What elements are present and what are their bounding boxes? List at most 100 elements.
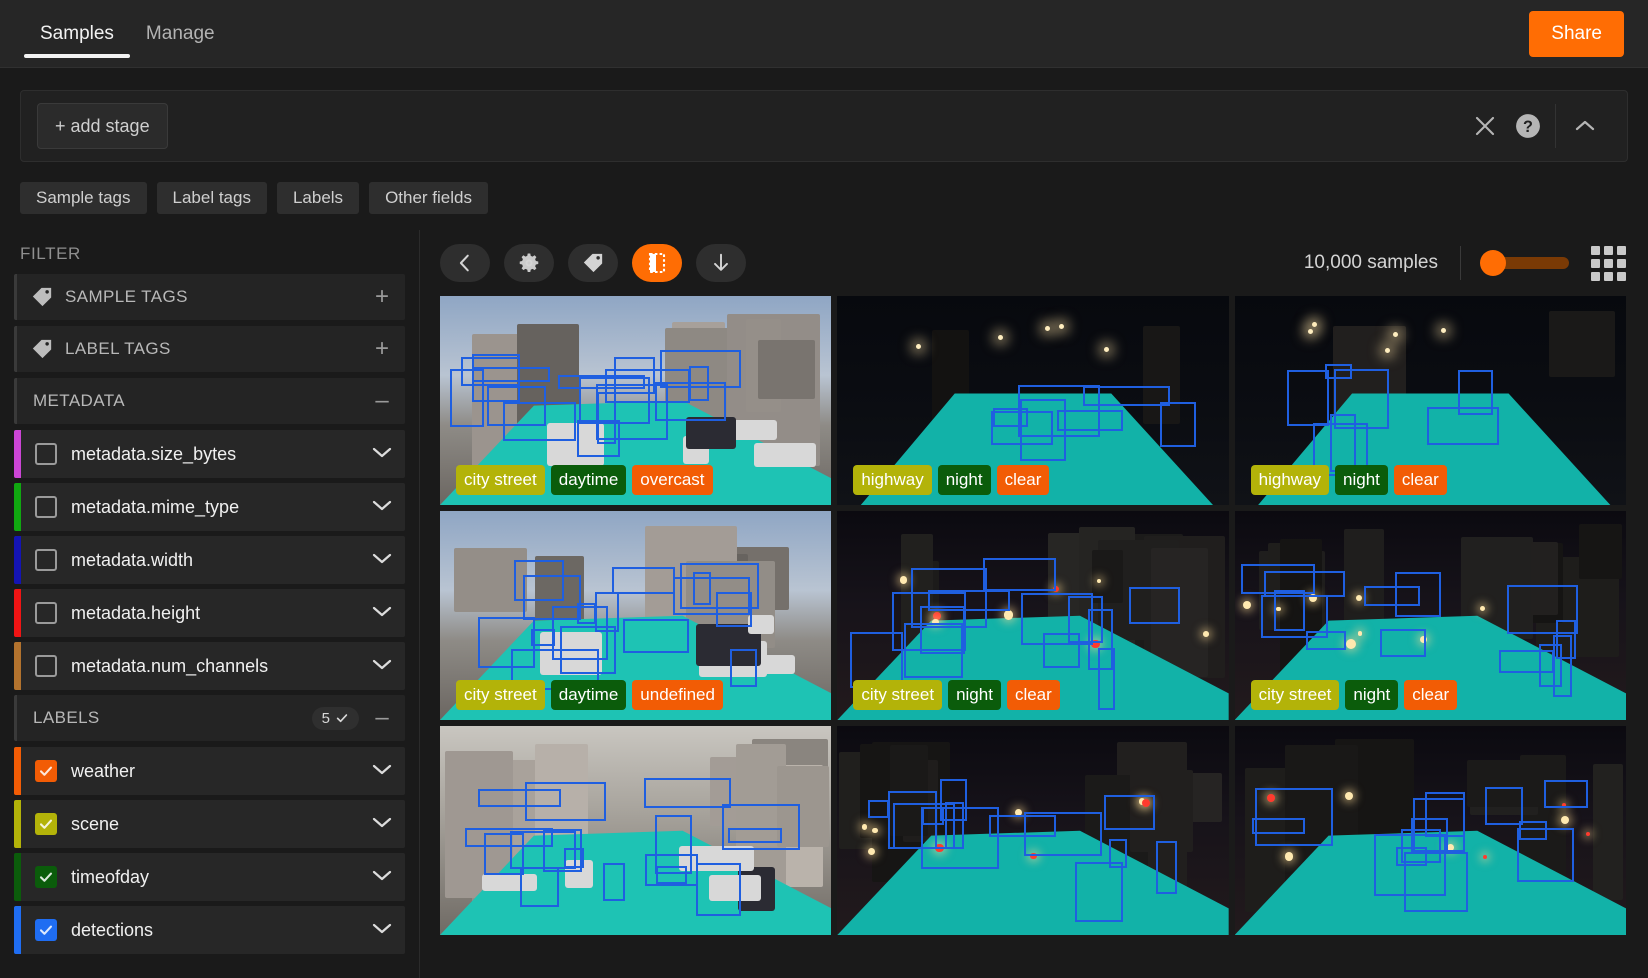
- street-light: [1308, 328, 1313, 334]
- chevron-down-icon[interactable]: [371, 445, 393, 464]
- field-label: detections: [71, 919, 154, 940]
- sample-cell[interactable]: [440, 726, 832, 935]
- sample-tag-timeofday: night: [948, 680, 1001, 710]
- sidebar-group-labels[interactable]: LABELS 5 –: [14, 695, 405, 741]
- sidebar-group-label-tags[interactable]: LABEL TAGS +: [14, 326, 405, 372]
- detection-bbox: [1057, 410, 1123, 431]
- sidebar-group-label-tags-action[interactable]: +: [371, 337, 393, 361]
- field-color-bar: [14, 747, 21, 795]
- sidebar-field-metadata-mime-type[interactable]: metadata.mime_type: [14, 483, 405, 531]
- detection-bbox: [868, 800, 889, 819]
- detection-bbox: [696, 863, 742, 917]
- field-checkbox[interactable]: [35, 760, 57, 782]
- field-checkbox[interactable]: [35, 866, 57, 888]
- tab-samples[interactable]: Samples: [24, 0, 130, 68]
- sidebar-field-metadata-height[interactable]: metadata.height: [14, 589, 405, 637]
- sample-grid-wrapper[interactable]: city street daytime overcast highway night cl…: [420, 296, 1648, 978]
- sidebar-field-metadata-num-channels[interactable]: metadata.num_channels: [14, 642, 405, 690]
- tab-manage[interactable]: Manage: [130, 0, 231, 68]
- sample-tag-timeofday: daytime: [550, 680, 627, 710]
- sample-tag-list: city street daytime undefined: [456, 680, 723, 710]
- fieldtab-sample-tags[interactable]: Sample tags: [20, 182, 147, 214]
- sidebar-group-metadata-label: METADATA: [33, 391, 125, 410]
- labels-active-count: 5: [321, 709, 330, 727]
- tab-manage-label: Manage: [145, 22, 215, 44]
- zoom-slider-knob[interactable]: [1480, 250, 1506, 276]
- sidebar-group-sample-tags[interactable]: SAMPLE TAGS +: [14, 274, 405, 320]
- vehicle-light: [1242, 600, 1251, 609]
- sidebar-field-scene[interactable]: scene: [14, 800, 405, 848]
- detection-bbox: [728, 827, 782, 843]
- chevron-down-icon[interactable]: [371, 921, 393, 940]
- add-stage-button[interactable]: + add stage: [37, 103, 168, 149]
- back-button[interactable]: [440, 244, 490, 282]
- detection-bbox: [520, 866, 560, 908]
- detection-bbox: [1363, 585, 1420, 606]
- chevron-down-icon[interactable]: [371, 815, 393, 834]
- sidebar-group-metadata[interactable]: METADATA –: [14, 378, 405, 424]
- field-checkbox[interactable]: [35, 496, 57, 518]
- sample-cell[interactable]: highway night clear: [1234, 296, 1626, 505]
- sample-cell[interactable]: [837, 726, 1229, 935]
- field-label: scene: [71, 813, 120, 834]
- field-checkbox[interactable]: [35, 655, 57, 677]
- close-icon[interactable]: [1473, 114, 1497, 138]
- detection-bbox: [1457, 369, 1494, 415]
- field-checkbox[interactable]: [35, 602, 57, 624]
- nav-tabs: Samples Manage: [24, 0, 231, 68]
- sidebar-group-sample-tags-label: SAMPLE TAGS: [65, 287, 188, 306]
- grid-icon[interactable]: [1591, 245, 1626, 281]
- chevron-down-icon[interactable]: [371, 604, 393, 623]
- sample-cell[interactable]: highway night clear: [837, 296, 1229, 505]
- chevron-down-icon[interactable]: [371, 498, 393, 517]
- field-label: metadata.num_channels: [71, 655, 269, 676]
- fieldtab-other-fields[interactable]: Other fields: [369, 182, 488, 214]
- share-button[interactable]: Share: [1529, 11, 1624, 57]
- sidebar-field-detections[interactable]: detections: [14, 906, 405, 954]
- sample-tag-scene: highway: [853, 465, 932, 495]
- detection-bbox: [1286, 370, 1330, 426]
- zoom-slider[interactable]: [1480, 250, 1569, 276]
- field-checkbox[interactable]: [35, 549, 57, 571]
- field-color-bar: [14, 536, 21, 584]
- check-icon: [39, 872, 53, 882]
- field-checkbox[interactable]: [35, 813, 57, 835]
- tag-icon: [32, 339, 52, 359]
- download-button[interactable]: [696, 244, 746, 282]
- settings-button[interactable]: [504, 244, 554, 282]
- tab-samples-label: Samples: [40, 22, 114, 44]
- sidebar-group-sample-tags-action[interactable]: +: [371, 285, 393, 309]
- toolbar-divider: [1460, 246, 1461, 280]
- tag-icon: [32, 287, 52, 307]
- detection-bbox: [1403, 851, 1468, 912]
- sample-cell[interactable]: [1234, 726, 1626, 935]
- sidebar-field-metadata-width[interactable]: metadata.width: [14, 536, 405, 584]
- detection-bbox: [1098, 647, 1115, 710]
- chevron-down-icon[interactable]: [371, 762, 393, 781]
- collapse-stage-bar-button[interactable]: [1555, 104, 1613, 148]
- field-checkbox[interactable]: [35, 919, 57, 941]
- sample-tag-scene: highway: [1250, 465, 1330, 495]
- sidebar-field-timeofday[interactable]: timeofday: [14, 853, 405, 901]
- sidebar-field-weather[interactable]: weather: [14, 747, 405, 795]
- chevron-down-icon[interactable]: [371, 551, 393, 570]
- fieldtab-label-tags[interactable]: Label tags: [156, 182, 267, 214]
- fieldtab-labels[interactable]: Labels: [276, 182, 360, 214]
- sidebar-field-metadata-size-bytes[interactable]: metadata.size_bytes: [14, 430, 405, 478]
- tag-button[interactable]: [568, 244, 618, 282]
- sample-cell[interactable]: city street night clear: [1234, 511, 1626, 720]
- sample-cell[interactable]: city street daytime undefined: [440, 511, 832, 720]
- selection-button[interactable]: [632, 244, 682, 282]
- help-icon[interactable]: ?: [1515, 113, 1541, 139]
- detection-bbox: [904, 622, 964, 679]
- chevron-down-icon[interactable]: [371, 657, 393, 676]
- field-checkbox[interactable]: [35, 443, 57, 465]
- sidebar-group-labels-action[interactable]: –: [371, 706, 393, 730]
- vehicle-light: [1003, 610, 1014, 620]
- sidebar-group-metadata-action[interactable]: –: [371, 389, 393, 413]
- chevron-down-icon[interactable]: [371, 868, 393, 887]
- field-label: metadata.size_bytes: [71, 443, 237, 464]
- sample-cell[interactable]: city street daytime overcast: [440, 296, 832, 505]
- main-panel: 10,000 samples city street daytime overcas…: [420, 230, 1648, 978]
- sample-cell[interactable]: city street night clear: [837, 511, 1229, 720]
